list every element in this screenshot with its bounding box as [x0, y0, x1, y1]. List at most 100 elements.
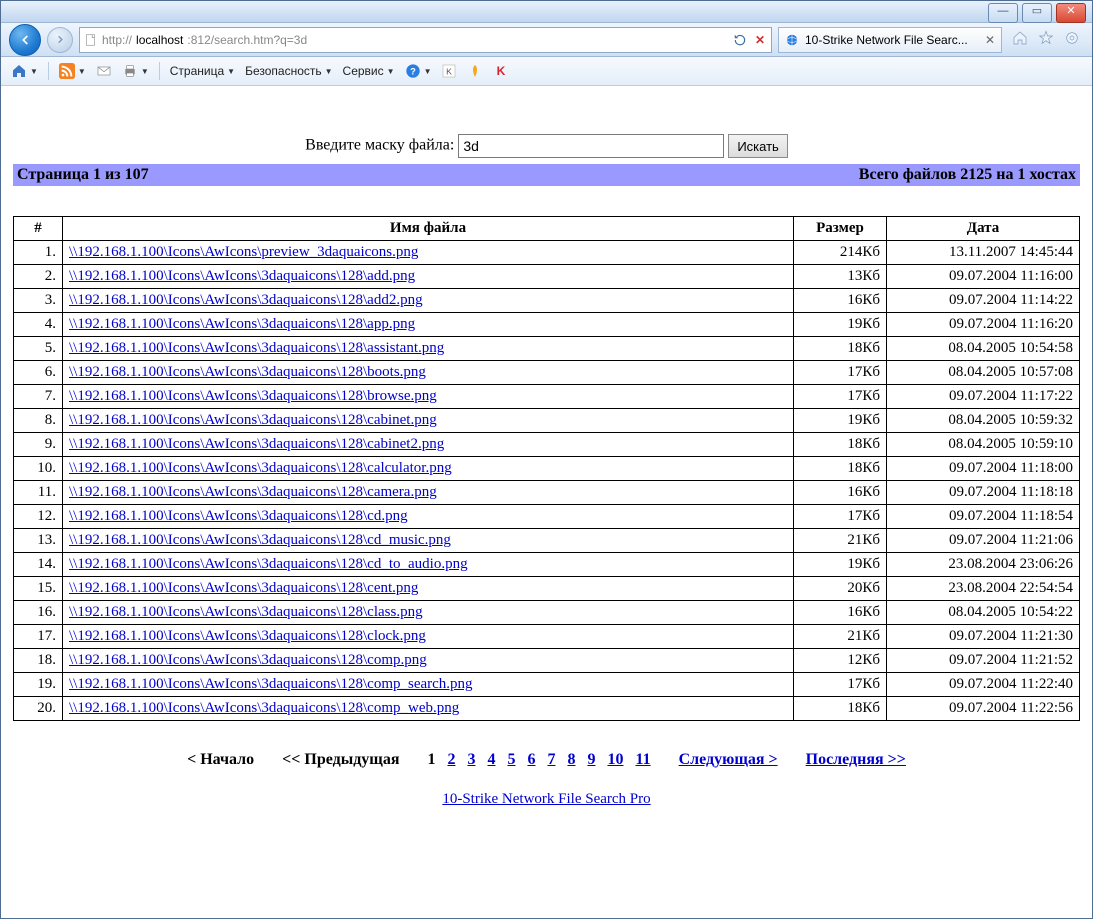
- file-link[interactable]: \\192.168.1.100\Icons\AwIcons\3daquaicon…: [69, 292, 423, 308]
- pager-page[interactable]: 9: [587, 751, 595, 768]
- pager-page[interactable]: 5: [507, 751, 515, 768]
- pager: < Начало << Предыдущая 1234567891011 Сле…: [13, 751, 1080, 769]
- browser-tab[interactable]: 10-Strike Network File Searc... ✕: [778, 27, 1002, 53]
- cell-name: \\192.168.1.100\Icons\AwIcons\3daquaicon…: [63, 529, 794, 553]
- cell-date: 09.07.2004 11:18:18: [887, 481, 1080, 505]
- toolbar-print[interactable]: ▼: [122, 63, 149, 79]
- cell-date: 09.07.2004 11:22:40: [887, 673, 1080, 697]
- pager-page[interactable]: 8: [567, 751, 575, 768]
- cell-date: 23.08.2004 23:06:26: [887, 553, 1080, 577]
- file-link[interactable]: \\192.168.1.100\Icons\AwIcons\3daquaicon…: [69, 700, 459, 716]
- file-link[interactable]: \\192.168.1.100\Icons\AwIcons\3daquaicon…: [69, 484, 437, 500]
- toolbar-menu-security[interactable]: Безопасность▼: [245, 64, 332, 78]
- window-maximize-button[interactable]: ▭: [1022, 3, 1052, 23]
- file-link[interactable]: \\192.168.1.100\Icons\AwIcons\3daquaicon…: [69, 532, 451, 548]
- url-rest: :812/search.htm?q=3d: [187, 33, 307, 47]
- cell-size: 17Кб: [794, 505, 887, 529]
- toolbar-home[interactable]: ▼: [11, 63, 38, 79]
- cell-num: 6.: [14, 361, 63, 385]
- cell-name: \\192.168.1.100\Icons\AwIcons\3daquaicon…: [63, 601, 794, 625]
- cell-date: 09.07.2004 11:17:22: [887, 385, 1080, 409]
- file-link[interactable]: \\192.168.1.100\Icons\AwIcons\3daquaicon…: [69, 628, 426, 644]
- toolbar-k-icon[interactable]: K: [441, 63, 457, 79]
- cell-size: 18Кб: [794, 457, 887, 481]
- pager-last[interactable]: Последняя >>: [806, 751, 906, 768]
- cell-date: 09.07.2004 11:21:52: [887, 649, 1080, 673]
- pager-page[interactable]: 6: [527, 751, 535, 768]
- file-link[interactable]: \\192.168.1.100\Icons\AwIcons\3daquaicon…: [69, 412, 437, 428]
- pager-page[interactable]: 7: [547, 751, 555, 768]
- cell-num: 8.: [14, 409, 63, 433]
- refresh-icon[interactable]: [733, 33, 747, 47]
- cell-name: \\192.168.1.100\Icons\AwIcons\3daquaicon…: [63, 673, 794, 697]
- pager-page[interactable]: 10: [607, 751, 623, 768]
- nav-back-button[interactable]: [9, 24, 41, 56]
- toolbar-feeds[interactable]: ▼: [59, 63, 86, 79]
- file-link[interactable]: \\192.168.1.100\Icons\AwIcons\3daquaicon…: [69, 436, 444, 452]
- file-link[interactable]: \\192.168.1.100\Icons\AwIcons\3daquaicon…: [69, 340, 444, 356]
- table-row: 1. \\192.168.1.100\Icons\AwIcons\preview_…: [14, 241, 1080, 265]
- favorites-icon[interactable]: [1038, 30, 1054, 49]
- file-link[interactable]: \\192.168.1.100\Icons\AwIcons\3daquaicon…: [69, 316, 415, 332]
- pager-page[interactable]: 11: [635, 751, 650, 768]
- cell-size: 16Кб: [794, 481, 887, 505]
- cell-num: 4.: [14, 313, 63, 337]
- cell-name: \\192.168.1.100\Icons\AwIcons\3daquaicon…: [63, 625, 794, 649]
- window-close-button[interactable]: ✕: [1056, 3, 1086, 23]
- table-row: 12. \\192.168.1.100\Icons\AwIcons\3daquai…: [14, 505, 1080, 529]
- status-page: Страница 1 из 107: [17, 166, 149, 184]
- toolbar-check-icon[interactable]: [467, 63, 483, 79]
- cell-size: 16Кб: [794, 601, 887, 625]
- pager-page[interactable]: 3: [467, 751, 475, 768]
- file-link[interactable]: \\192.168.1.100\Icons\AwIcons\3daquaicon…: [69, 460, 452, 476]
- table-row: 3.\\192.168.1.100\Icons\AwIcons\3daquaic…: [14, 289, 1080, 313]
- toolbar-help[interactable]: ?▼: [405, 63, 432, 79]
- cell-num: 1.: [14, 241, 63, 265]
- cell-num: 7.: [14, 385, 63, 409]
- file-link[interactable]: \\192.168.1.100\Icons\AwIcons\3daquaicon…: [69, 268, 415, 284]
- pager-next[interactable]: Следующая >: [679, 751, 778, 768]
- cell-num: 18.: [14, 649, 63, 673]
- search-button[interactable]: Искать: [728, 134, 788, 158]
- toolbar-kaspersky-icon[interactable]: K: [493, 63, 509, 79]
- file-link[interactable]: \\192.168.1.100\Icons\AwIcons\3daquaicon…: [69, 676, 473, 692]
- toolbar-menu-page[interactable]: Страница▼: [170, 64, 235, 78]
- pager-page[interactable]: 4: [487, 751, 495, 768]
- cell-name: \\192.168.1.100\Icons\AwIcons\3daquaicon…: [63, 577, 794, 601]
- file-link[interactable]: \\192.168.1.100\Icons\AwIcons\3daquaicon…: [69, 508, 408, 524]
- toolbar-menu-service[interactable]: Сервис▼: [343, 64, 395, 78]
- address-bar[interactable]: http://localhost:812/search.htm?q=3d ✕: [79, 27, 772, 53]
- col-date: Дата: [887, 217, 1080, 241]
- file-link[interactable]: \\192.168.1.100\Icons\AwIcons\3daquaicon…: [69, 364, 426, 380]
- file-link[interactable]: \\192.168.1.100\Icons\AwIcons\3daquaicon…: [69, 556, 468, 572]
- search-input[interactable]: [458, 134, 724, 158]
- table-row: 16.\\192.168.1.100\Icons\AwIcons\3daquai…: [14, 601, 1080, 625]
- footer-link[interactable]: 10-Strike Network File Search Pro: [442, 791, 650, 807]
- cell-date: 09.07.2004 11:21:06: [887, 529, 1080, 553]
- cell-date: 09.07.2004 11:18:00: [887, 457, 1080, 481]
- file-link[interactable]: \\192.168.1.100\Icons\AwIcons\3daquaicon…: [69, 388, 437, 404]
- pager-page[interactable]: 2: [447, 751, 455, 768]
- cell-name: \\192.168.1.100\Icons\AwIcons\3daquaicon…: [63, 289, 794, 313]
- cell-name: \\192.168.1.100\Icons\AwIcons\3daquaicon…: [63, 361, 794, 385]
- status-total: Всего файлов 2125 на 1 хостах: [859, 166, 1076, 184]
- toolbar-mail[interactable]: [96, 63, 112, 79]
- tab-close-icon[interactable]: ✕: [985, 33, 995, 47]
- cell-name: \\192.168.1.100\Icons\AwIcons\3daquaicon…: [63, 553, 794, 577]
- svg-text:K: K: [447, 66, 453, 76]
- table-row: 2.\\192.168.1.100\Icons\AwIcons\3daquaic…: [14, 265, 1080, 289]
- home-icon[interactable]: [1012, 30, 1028, 49]
- stop-icon[interactable]: ✕: [753, 33, 767, 47]
- window-minimize-button[interactable]: —: [988, 3, 1018, 23]
- table-row: 15.\\192.168.1.100\Icons\AwIcons\3daquai…: [14, 577, 1080, 601]
- file-link[interactable]: \\192.168.1.100\Icons\AwIcons\3daquaicon…: [69, 580, 418, 596]
- file-link[interactable]: \\192.168.1.100\Icons\AwIcons\3daquaicon…: [69, 652, 427, 668]
- file-link[interactable]: \\192.168.1.100\Icons\AwIcons\preview_3d…: [69, 244, 418, 260]
- table-row: 9.\\192.168.1.100\Icons\AwIcons\3daquaic…: [14, 433, 1080, 457]
- col-size: Размер: [794, 217, 887, 241]
- file-link[interactable]: \\192.168.1.100\Icons\AwIcons\3daquaicon…: [69, 604, 423, 620]
- cell-num: 12.: [14, 505, 63, 529]
- tools-icon[interactable]: [1064, 30, 1080, 49]
- cell-name: \\192.168.1.100\Icons\AwIcons\3daquaicon…: [63, 265, 794, 289]
- nav-forward-button[interactable]: [47, 27, 73, 53]
